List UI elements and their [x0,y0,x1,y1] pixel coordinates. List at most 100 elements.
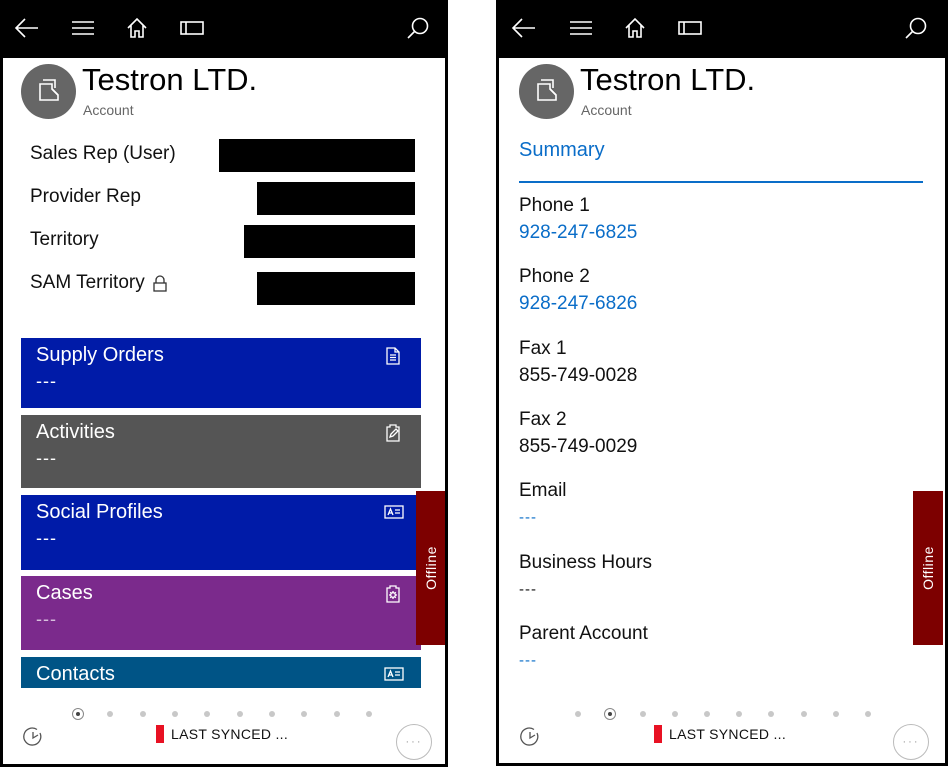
field-value: 855-749-0028 [519,365,638,386]
more-options-button[interactable]: ··· [893,724,929,760]
redacted-value [257,182,415,215]
page-dot-6[interactable] [736,711,742,717]
home-icon[interactable] [122,13,152,43]
offline-label: Offline [423,546,439,590]
tile-label: Activities [36,421,115,443]
offline-indicator-tab[interactable]: Offline [913,491,943,645]
parent-account-link[interactable]: --- [519,647,899,675]
tile-social-profiles[interactable]: Social Profiles --- [21,495,421,570]
record-entity-type: Account [581,102,632,118]
sync-history-icon[interactable] [519,726,541,748]
account-folder-icon [37,76,61,107]
tile-value: --- [36,448,57,468]
field-value: 855-749-0029 [519,436,638,457]
right-screen: Testron LTD. Account Summary Phone 1 928… [496,0,948,766]
page-dot-9[interactable] [833,711,839,717]
page-dot-1[interactable] [575,711,581,717]
page-dot-1[interactable] [72,708,84,720]
account-avatar [519,64,574,119]
page-dot-10[interactable] [366,711,372,717]
field-label: Provider Rep [30,186,141,207]
email-link[interactable]: --- [519,504,899,532]
field-label: Fax 2 [519,409,567,430]
page-dot-8[interactable] [801,711,807,717]
lock-icon [153,274,167,292]
page-dot-10[interactable] [865,711,871,717]
last-synced-text: LAST SYNCED ... [669,726,787,742]
field-label: Territory [30,229,99,250]
phone-1-link[interactable]: 928-247-6825 [519,219,899,247]
sync-error-indicator [156,725,164,743]
tile-supply-orders[interactable]: Supply Orders --- [21,338,421,408]
field-label: Phone 2 [519,266,590,287]
redacted-value [244,225,415,258]
tile-cases[interactable]: Cases --- [21,576,421,650]
field-label: Fax 1 [519,338,567,359]
search-icon[interactable] [901,13,931,43]
field-business-hours: Business Hours --- [519,550,899,604]
page-indicator [572,708,882,720]
page-dot-9[interactable] [334,711,340,717]
page-dot-2[interactable] [107,711,113,717]
field-sam-territory: SAM Territory [30,272,415,306]
field-sales-rep: Sales Rep (User) [30,139,415,173]
field-label: SAM Territory [30,272,167,294]
field-label: Sales Rep (User) [30,143,176,164]
field-parent-account: Parent Account --- [519,621,899,675]
field-label: Email [519,480,567,501]
redacted-value [219,139,415,172]
left-screen: Testron LTD. Account Sales Rep (User) Pr… [0,0,448,767]
tab-underline [519,181,923,183]
page-dot-4[interactable] [172,711,178,717]
tile-label: Social Profiles [36,501,163,523]
contact-card-icon [384,504,404,522]
phone-2-link[interactable]: 928-247-6826 [519,290,899,318]
back-arrow-icon[interactable] [12,13,42,43]
search-icon[interactable] [403,13,433,43]
page-dot-6[interactable] [237,711,243,717]
sync-error-indicator [654,725,662,743]
page-dot-7[interactable] [768,711,774,717]
tab-summary[interactable]: Summary [519,139,605,162]
page-dot-5[interactable] [704,711,710,717]
tile-contacts[interactable]: Contacts [21,657,421,688]
page-dot-4[interactable] [672,711,678,717]
field-phone-1: Phone 1 928-247-6825 [519,193,899,247]
field-fax-2: Fax 2 855-749-0029 [519,407,899,461]
last-synced-text: LAST SYNCED ... [171,726,289,742]
tile-activities[interactable]: Activities --- [21,415,421,488]
hamburger-menu-icon[interactable] [68,13,98,43]
record-title: Testron LTD. [580,62,756,97]
more-options-button[interactable]: ··· [396,724,432,760]
redacted-value [257,272,415,305]
page-dot-2[interactable] [604,708,616,720]
hamburger-menu-icon[interactable] [566,13,596,43]
field-label: Business Hours [519,552,653,573]
field-provider-rep: Provider Rep [30,182,415,216]
sync-status: LAST SYNCED ... [654,724,786,744]
record-header: Testron LTD. Account [519,62,919,122]
field-email: Email --- [519,478,899,532]
account-folder-icon [535,76,559,107]
field-fax-1: Fax 1 855-749-0028 [519,336,899,390]
field-value: --- [519,581,537,598]
clipboard-gear-icon [384,585,402,603]
sync-status: LAST SYNCED ... [156,724,288,744]
top-nav-bar [3,0,445,58]
sync-history-icon[interactable] [22,726,44,748]
page-dot-3[interactable] [640,711,646,717]
page-indicator [72,708,382,720]
page-dot-3[interactable] [140,711,146,717]
record-entity-type: Account [83,102,134,118]
record-header: Testron LTD. Account [21,62,421,122]
panel-toggle-icon[interactable] [675,13,705,43]
page-dot-7[interactable] [269,711,275,717]
back-arrow-icon[interactable] [509,13,539,43]
page-dot-8[interactable] [301,711,307,717]
offline-indicator-tab[interactable]: Offline [416,491,445,645]
record-title: Testron LTD. [82,62,258,97]
tile-value: --- [36,528,57,548]
panel-toggle-icon[interactable] [177,13,207,43]
page-dot-5[interactable] [204,711,210,717]
home-icon[interactable] [620,13,650,43]
